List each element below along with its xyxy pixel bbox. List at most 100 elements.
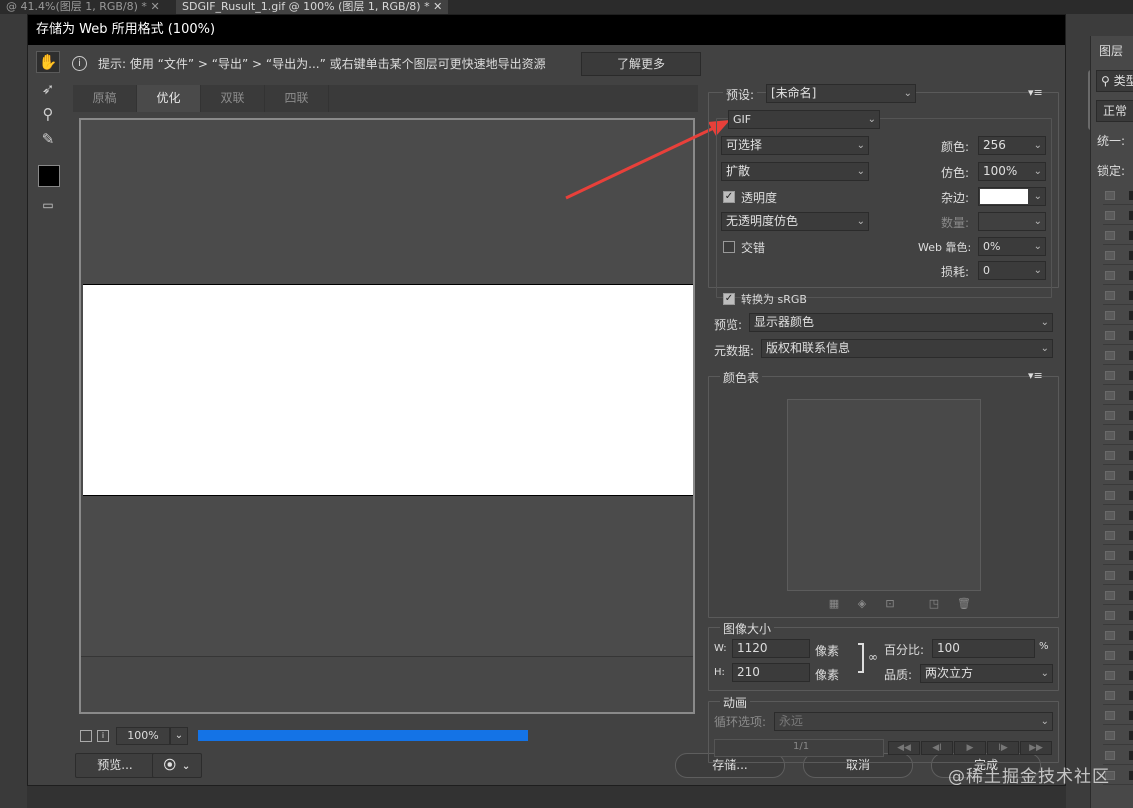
layer-row[interactable]	[1103, 286, 1133, 305]
web-snap-select[interactable]: 0% ⌄	[978, 237, 1046, 256]
close-icon[interactable]: ✕	[433, 0, 442, 13]
transparency-checkbox[interactable]: ✓	[723, 191, 735, 203]
visibility-toggle-icon[interactable]	[1105, 311, 1115, 320]
quality-select[interactable]: 两次立方 ⌄	[920, 664, 1053, 683]
preview-mode-select[interactable]: 显示器颜色 ⌄	[749, 313, 1053, 332]
visibility-toggle-icon[interactable]	[1105, 471, 1115, 480]
layer-row[interactable]	[1103, 306, 1133, 325]
close-icon[interactable]: ✕	[150, 0, 159, 13]
layer-row[interactable]	[1103, 326, 1133, 345]
visibility-toggle-icon[interactable]	[1105, 451, 1115, 460]
layer-row[interactable]	[1103, 426, 1133, 445]
visibility-toggle-icon[interactable]	[1105, 571, 1115, 580]
visibility-toggle-icon[interactable]	[1105, 711, 1115, 720]
layer-row[interactable]	[1103, 686, 1133, 705]
visibility-toggle-icon[interactable]	[1105, 351, 1115, 360]
color-table-menu-icon[interactable]: ▾≡	[1028, 369, 1043, 382]
preset-select[interactable]: [未命名] ⌄	[766, 84, 916, 103]
visibility-toggle-icon[interactable]	[1105, 271, 1115, 280]
layer-row[interactable]	[1103, 186, 1133, 205]
layer-row[interactable]	[1103, 726, 1133, 745]
zoom-out-icon[interactable]	[80, 730, 92, 742]
layer-row[interactable]	[1103, 266, 1133, 285]
visibility-toggle-icon[interactable]	[1105, 591, 1115, 600]
visibility-toggle-icon[interactable]	[1105, 671, 1115, 680]
chevron-down-icon[interactable]: ⌄	[170, 727, 188, 745]
layer-row[interactable]	[1103, 406, 1133, 425]
matte-select[interactable]: ⌄	[978, 187, 1046, 206]
visibility-toggle-icon[interactable]	[1105, 371, 1115, 380]
tab-4-up[interactable]: 四联	[265, 85, 329, 112]
metadata-select[interactable]: 版权和联系信息 ⌄	[761, 339, 1053, 358]
layer-row[interactable]	[1103, 486, 1133, 505]
layer-row[interactable]	[1103, 246, 1133, 265]
visibility-toggle-icon[interactable]	[1105, 191, 1115, 200]
layer-row[interactable]	[1103, 346, 1133, 365]
visibility-toggle-icon[interactable]	[1105, 651, 1115, 660]
convert-srgb-checkbox[interactable]: ✓	[723, 293, 735, 305]
tab-original[interactable]: 原稿	[73, 85, 137, 112]
visibility-toggle-icon[interactable]	[1105, 531, 1115, 540]
color-table-swatches[interactable]	[787, 399, 981, 591]
visibility-toggle-icon[interactable]	[1105, 511, 1115, 520]
layers-search[interactable]: ⚲ 类型	[1096, 70, 1133, 92]
map-to-transparent-icon[interactable]: ▦	[827, 597, 841, 611]
tab-2-up[interactable]: 双联	[201, 85, 265, 112]
colors-select[interactable]: 256 ⌄	[978, 136, 1046, 155]
format-select[interactable]: GIF ⌄	[728, 110, 880, 129]
layer-row[interactable]	[1103, 466, 1133, 485]
hand-tool-icon[interactable]: ✋	[36, 51, 60, 73]
transparency-dither-select[interactable]: 无透明度仿色 ⌄	[721, 212, 869, 231]
visibility-toggle-icon[interactable]	[1105, 631, 1115, 640]
visibility-toggle-icon[interactable]	[1105, 751, 1115, 760]
layer-row[interactable]	[1103, 226, 1133, 245]
layer-row[interactable]	[1103, 626, 1133, 645]
interlaced-checkbox[interactable]	[723, 241, 735, 253]
slice-select-tool-icon[interactable]: ➶	[36, 78, 60, 100]
document-tab-2[interactable]: SDGIF_Rusult_1.gif @ 100% (图层 1, RGB/8) …	[176, 0, 449, 14]
link-icon[interactable]: ∞	[868, 650, 878, 664]
document-tab-1[interactable]: @ 41.4%(图层 1, RGB/8) * ✕	[0, 0, 166, 14]
color-reduction-select[interactable]: 可选择 ⌄	[721, 136, 869, 155]
layer-row[interactable]	[1103, 586, 1133, 605]
visibility-toggle-icon[interactable]	[1105, 291, 1115, 300]
visibility-toggle-icon[interactable]	[1105, 331, 1115, 340]
lossy-select[interactable]: 0 ⌄	[978, 261, 1046, 280]
visibility-toggle-icon[interactable]	[1105, 611, 1115, 620]
preview-button[interactable]: 预览...	[75, 753, 155, 778]
blend-mode-select[interactable]: 正常	[1096, 100, 1133, 122]
height-input[interactable]: 210	[732, 663, 810, 682]
zoom-level-input[interactable]: 100%	[116, 727, 170, 745]
layer-row[interactable]	[1103, 566, 1133, 585]
layer-row[interactable]	[1103, 446, 1133, 465]
delete-color-icon[interactable]: 🗑	[957, 597, 971, 611]
percent-input[interactable]: 100	[932, 639, 1035, 658]
zoom-in-icon[interactable]: i	[97, 730, 109, 742]
visibility-toggle-icon[interactable]	[1105, 431, 1115, 440]
visibility-toggle-icon[interactable]	[1105, 411, 1115, 420]
new-color-icon[interactable]: ◳	[927, 597, 941, 611]
layer-row[interactable]	[1103, 366, 1133, 385]
visibility-toggle-icon[interactable]	[1105, 551, 1115, 560]
layer-row[interactable]	[1103, 206, 1133, 225]
width-input[interactable]: 1120	[732, 639, 810, 658]
visibility-toggle-icon[interactable]	[1105, 691, 1115, 700]
layer-row[interactable]	[1103, 386, 1133, 405]
zoom-tool-icon[interactable]: ⚲	[36, 103, 60, 125]
visibility-toggle-icon[interactable]	[1105, 231, 1115, 240]
layer-row[interactable]	[1103, 546, 1133, 565]
tab-optimized[interactable]: 优化	[137, 85, 201, 112]
layer-row[interactable]	[1103, 506, 1133, 525]
layer-row[interactable]	[1103, 526, 1133, 545]
preview-canvas[interactable]	[79, 118, 695, 714]
toggle-slices-icon[interactable]: ▭	[36, 194, 60, 216]
visibility-toggle-icon[interactable]	[1105, 491, 1115, 500]
visibility-toggle-icon[interactable]	[1105, 391, 1115, 400]
visibility-toggle-icon[interactable]	[1105, 731, 1115, 740]
layer-row[interactable]	[1103, 666, 1133, 685]
layer-row[interactable]	[1103, 606, 1133, 625]
visibility-toggle-icon[interactable]	[1105, 211, 1115, 220]
lock-color-icon[interactable]: ⊡	[883, 597, 897, 611]
eyedropper-tool-icon[interactable]: ✎	[36, 128, 60, 150]
dither-amount-select[interactable]: 100% ⌄	[978, 162, 1046, 181]
